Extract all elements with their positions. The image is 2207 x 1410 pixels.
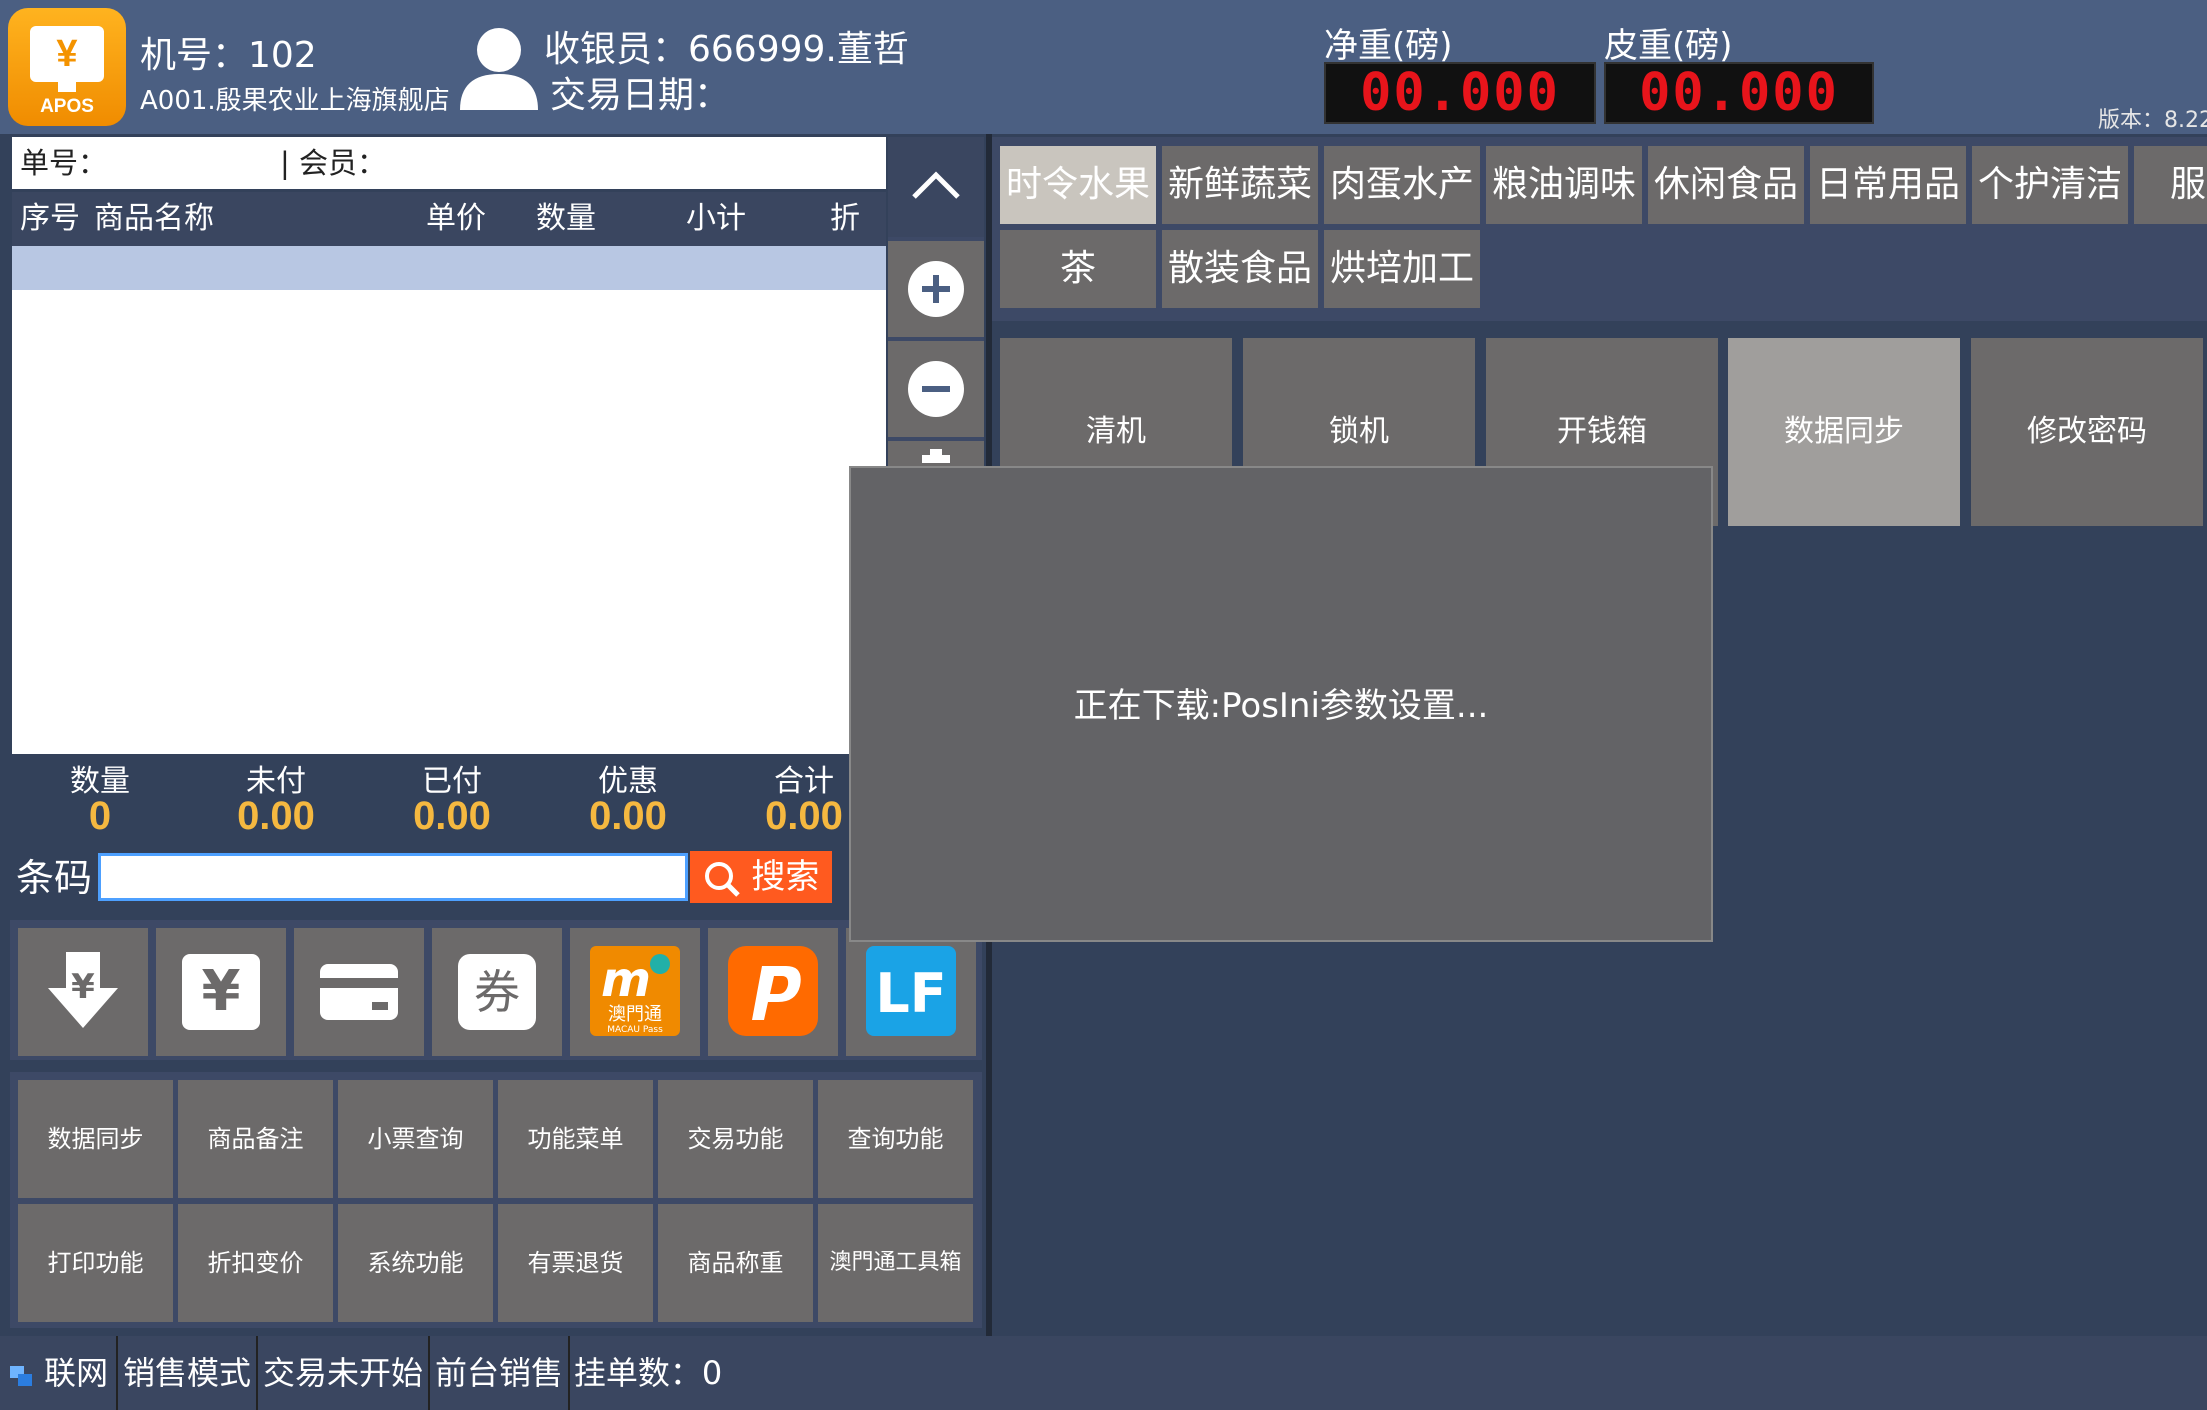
plus-circle-icon	[908, 261, 964, 317]
version-label: 版本：8.22	[2098, 108, 2207, 133]
lf-icon: LF	[866, 946, 956, 1036]
col-qty: 数量	[536, 201, 596, 236]
p-pay-button[interactable]	[708, 928, 838, 1056]
func-receipt-query[interactable]: 小票查询	[338, 1080, 493, 1198]
network-icon	[9, 1366, 32, 1386]
category-meat-seafood[interactable]: 肉蛋水产	[1324, 146, 1480, 224]
order-number-label: 单号：	[20, 146, 108, 180]
category-bakery[interactable]: 烘培加工	[1324, 230, 1480, 308]
category-grain-oil[interactable]: 粮油调味	[1486, 146, 1642, 224]
tile-change-password[interactable]: 修改密码	[1971, 338, 2203, 526]
decrease-qty-button[interactable]	[888, 341, 984, 437]
cash-in-icon: ¥	[48, 952, 118, 1028]
net-weight-display: 00.000	[1324, 62, 1596, 124]
yen-icon: ¥	[30, 26, 104, 82]
tare-weight-label: 皮重(磅)	[1604, 26, 1733, 66]
category-tea[interactable]: 茶	[1000, 230, 1156, 308]
summary-qty-value: 0	[88, 794, 112, 838]
lf-pay-button[interactable]: LF	[846, 928, 976, 1056]
loading-dialog: 正在下载:PosIni参数设置...	[849, 466, 1713, 942]
table-row[interactable]	[12, 246, 886, 290]
svg-text:¥: ¥	[71, 967, 95, 1007]
func-macau-toolbox[interactable]: 澳門通工具箱	[818, 1204, 973, 1322]
col-name: 商品名称	[94, 201, 214, 236]
col-seq: 序号	[20, 201, 80, 236]
order-info-bar: 单号： | 会员：	[12, 137, 886, 189]
macau-pass-icon: m澳門通MACAU Pass	[590, 946, 680, 1036]
svg-text:MACAU Pass: MACAU Pass	[607, 1025, 663, 1035]
machine-number: 机号：102	[140, 35, 317, 76]
category-daily-goods[interactable]: 日常用品	[1810, 146, 1966, 224]
summary-paid-value: 0.00	[413, 794, 491, 838]
summary-panel: 数量 0 未付 0.00 已付 0.00 优惠 0.00 合计 0.00	[12, 756, 852, 848]
network-status: 联网	[0, 1336, 118, 1410]
yen-icon: ¥	[182, 954, 260, 1030]
status-bar: 联网 销售模式 交易未开始 前台销售 挂单数：0	[0, 1336, 2207, 1410]
svg-text:LF: LF	[875, 962, 946, 1025]
cashier-label: 收银员：666999.董哲	[544, 29, 909, 70]
logo-text: APOS	[40, 96, 94, 117]
func-print[interactable]: 打印功能	[18, 1204, 173, 1322]
func-menu[interactable]: 功能菜单	[498, 1080, 653, 1198]
func-data-sync[interactable]: 数据同步	[18, 1080, 173, 1198]
network-label: 联网	[44, 1354, 109, 1392]
summary-discount-value: 0.00	[589, 794, 667, 838]
p-pay-icon	[728, 946, 818, 1036]
item-table-header: 序号 商品名称 单价 数量 小计 折扣	[12, 192, 886, 290]
svg-text:澳門通: 澳門通	[608, 1004, 662, 1025]
func-weigh[interactable]: 商品称重	[658, 1204, 813, 1322]
apos-logo: ¥ APOS	[8, 8, 126, 126]
category-vegetables[interactable]: 新鲜蔬菜	[1162, 146, 1318, 224]
func-refund[interactable]: 有票退货	[498, 1204, 653, 1322]
coupon-icon: 券	[458, 954, 536, 1030]
search-button-label: 搜索	[751, 857, 820, 897]
tare-weight-display: 00.000	[1604, 62, 1874, 124]
summary-unpaid-value: 0.00	[237, 794, 315, 838]
tile-data-sync[interactable]: 数据同步	[1728, 338, 1960, 526]
header-bar: ¥ APOS 机号：102 A001.殷果农业上海旗舰店 收银员：666999.…	[0, 0, 2207, 134]
barcode-input[interactable]	[98, 853, 688, 901]
func-discount-price[interactable]: 折扣变价	[178, 1204, 333, 1322]
card-pay-button[interactable]	[294, 928, 424, 1056]
category-personal-care[interactable]: 个护清洁	[1972, 146, 2128, 224]
trade-status: 交易未开始	[258, 1336, 430, 1410]
card-icon	[320, 964, 398, 1020]
func-product-note[interactable]: 商品备注	[178, 1080, 333, 1198]
net-weight-label: 净重(磅)	[1324, 26, 1453, 66]
category-snacks[interactable]: 休闲食品	[1648, 146, 1804, 224]
sales-mode: 销售模式	[118, 1336, 258, 1410]
scroll-up-button[interactable]	[888, 137, 984, 237]
func-query[interactable]: 查询功能	[818, 1080, 973, 1198]
category-seasonal-fruit[interactable]: 时令水果	[1000, 146, 1156, 224]
cash-in-button[interactable]: ¥	[18, 928, 148, 1056]
sale-type: 前台销售	[430, 1336, 570, 1410]
col-subtotal: 小计	[686, 201, 746, 236]
user-icon	[458, 26, 540, 110]
macau-pass-button[interactable]: m 澳門通 MACAU Pass	[570, 928, 700, 1056]
func-system[interactable]: 系统功能	[338, 1204, 493, 1322]
search-icon	[703, 857, 752, 897]
coupon-button[interactable]: 券	[432, 928, 562, 1056]
increase-qty-button[interactable]	[888, 241, 984, 337]
svg-text:¥: ¥	[202, 959, 241, 1024]
category-clothing[interactable]: 服	[2134, 146, 2207, 224]
category-bulk-food[interactable]: 散装食品	[1162, 230, 1318, 308]
cash-pay-button[interactable]: ¥	[156, 928, 286, 1056]
svg-text:m: m	[601, 952, 651, 1008]
trade-date-label: 交易日期：	[550, 75, 731, 116]
member-label: | 会员：	[280, 146, 386, 180]
item-table-body[interactable]	[12, 246, 886, 754]
held-orders-count: 挂单数：0	[573, 1354, 723, 1392]
barcode-label: 条码	[16, 856, 93, 900]
svg-text:券: 券	[474, 965, 520, 1019]
chevron-up-icon	[912, 171, 960, 199]
minus-circle-icon	[908, 361, 964, 417]
col-price: 单价	[426, 201, 486, 236]
func-trade[interactable]: 交易功能	[658, 1080, 813, 1198]
store-name: A001.殷果农业上海旗舰店	[140, 86, 450, 116]
row-controls	[888, 137, 984, 477]
loading-message: 正在下载:PosIni参数设置...	[1073, 686, 1489, 726]
search-button[interactable]: 搜索	[690, 851, 832, 903]
